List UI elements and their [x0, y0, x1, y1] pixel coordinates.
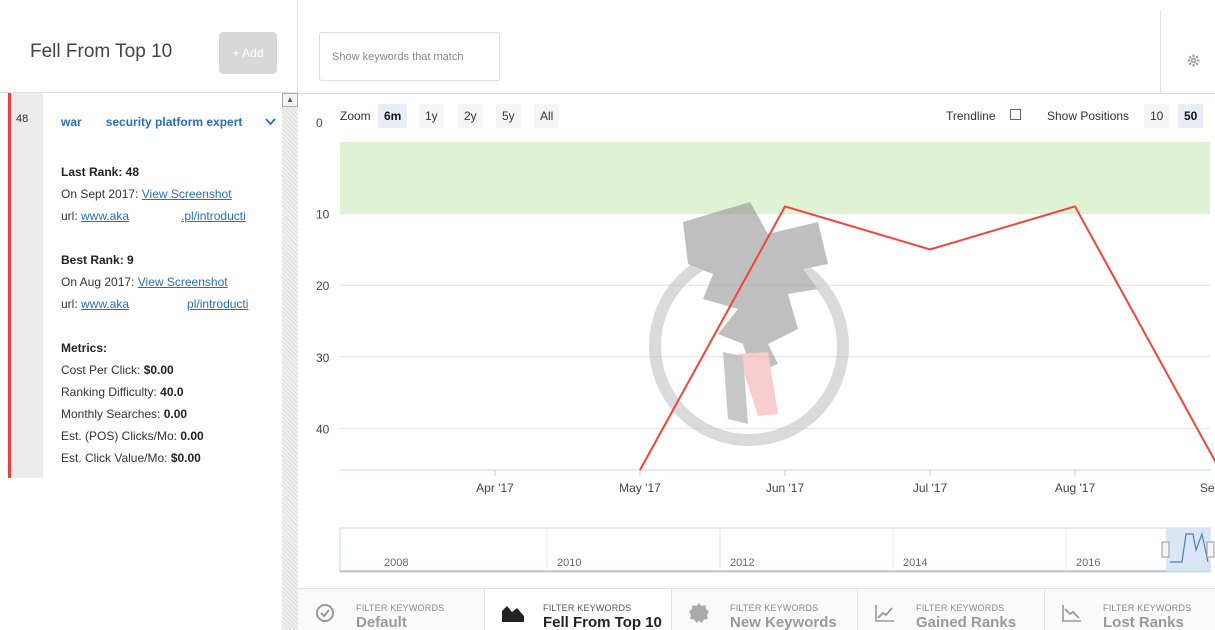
best-screenshot-link[interactable]: View Screenshot	[138, 275, 228, 289]
y-tick-label: 30	[316, 351, 330, 365]
best-rank-date: On Aug 2017: View Screenshot	[61, 275, 228, 289]
filter-lost-ranks-tab[interactable]: FILTER KEYWORDS Lost Ranks	[1045, 589, 1215, 630]
last-screenshot-link[interactable]: View Screenshot	[142, 187, 232, 201]
top10-band	[340, 142, 1210, 214]
metric-row: Ranking Difficulty: 40.0	[61, 385, 184, 399]
best-rank: Best Rank: 9	[61, 253, 134, 267]
y-tick-label: 20	[316, 279, 330, 293]
panel-header: Fell From Top 10 + Add	[0, 0, 298, 93]
navigator-year-label: 2012	[730, 557, 754, 569]
navigator-year-label: 2010	[557, 557, 581, 569]
last-rank-date: On Sept 2017: View Screenshot	[61, 187, 232, 201]
x-tick-label: Aug '17	[1055, 481, 1096, 495]
x-tick-label: Apr '17	[476, 481, 514, 495]
spy-logo-watermark	[649, 202, 849, 446]
filter-fell-from-top10-tab[interactable]: FILTER KEYWORDS Fell From Top 10	[485, 589, 672, 630]
x-tick-label: Jul '17	[913, 481, 948, 495]
time-navigator[interactable]: 2008 2010 2012 2014 2016	[298, 520, 1215, 578]
last-url-link[interactable]: www.aka .pl/introducti	[81, 209, 246, 223]
check-circle-icon	[314, 603, 336, 625]
gear-icon[interactable]	[1187, 54, 1200, 70]
filter-bar: FILTER KEYWORDS Default FILTER KEYWORDS …	[298, 588, 1215, 630]
keyword-title[interactable]: war security platform expert	[61, 115, 242, 129]
trend-up-icon	[874, 603, 896, 625]
navigator-year-label: 2016	[1076, 557, 1100, 569]
metric-row: Cost Per Click: $0.00	[61, 363, 174, 377]
x-tick-label: Jun '17	[766, 481, 805, 495]
filter-default-tab[interactable]: FILTER KEYWORDS Default	[298, 589, 485, 630]
metric-row: Est. Click Value/Mo: $0.00	[61, 451, 201, 465]
y-tick-label: 10	[316, 208, 330, 222]
trend-down-icon	[1061, 603, 1083, 625]
navigator-right-handle	[1206, 541, 1215, 558]
chevron-down-icon[interactable]	[265, 115, 276, 129]
y-tick-label: 0	[316, 116, 323, 130]
scrollbar[interactable]: ▲	[282, 93, 298, 630]
keyword-part-1: war	[61, 115, 82, 129]
navigator-year-label: 2008	[384, 557, 408, 569]
navigator-left-handle	[1161, 541, 1170, 558]
x-tick-label: Sep '17	[1200, 481, 1215, 495]
add-button[interactable]: + Add	[219, 32, 277, 74]
best-url-link[interactable]: www.aka pl/introducti	[81, 297, 248, 311]
best-rank-url: url: www.aka pl/introducti	[61, 297, 249, 311]
metric-row: Est. (POS) Clicks/Mo: 0.00	[61, 429, 204, 443]
x-tick-label: May '17	[619, 481, 661, 495]
metric-row: Monthly Searches: 0.00	[61, 407, 188, 421]
panel-title: Fell From Top 10	[30, 41, 173, 62]
keyword-part-2: security platform expert	[105, 115, 243, 129]
new-badge-icon	[688, 603, 710, 625]
metrics-heading: Metrics:	[61, 341, 108, 355]
area-chart-icon	[501, 603, 524, 625]
last-rank: Last Rank: 48	[61, 165, 140, 179]
last-rank-url: url: www.aka .pl/introducti	[61, 209, 246, 223]
filter-gained-ranks-tab[interactable]: FILTER KEYWORDS Gained Ranks	[858, 589, 1045, 630]
settings-area	[1160, 10, 1215, 93]
y-tick-label: 40	[316, 422, 330, 436]
navigator-year-label: 2014	[903, 557, 927, 569]
filter-new-keywords-tab[interactable]: FILTER KEYWORDS New Keywords	[672, 589, 858, 630]
scroll-up-arrow-icon[interactable]: ▲	[282, 93, 298, 107]
rank-chart[interactable]: 0 10 20 30 40 Apr '17 May '17 Jun '17 Jul '17 Au…	[298, 94, 1215, 499]
search-input[interactable]	[319, 32, 500, 81]
keyword-position: 48	[16, 113, 29, 125]
